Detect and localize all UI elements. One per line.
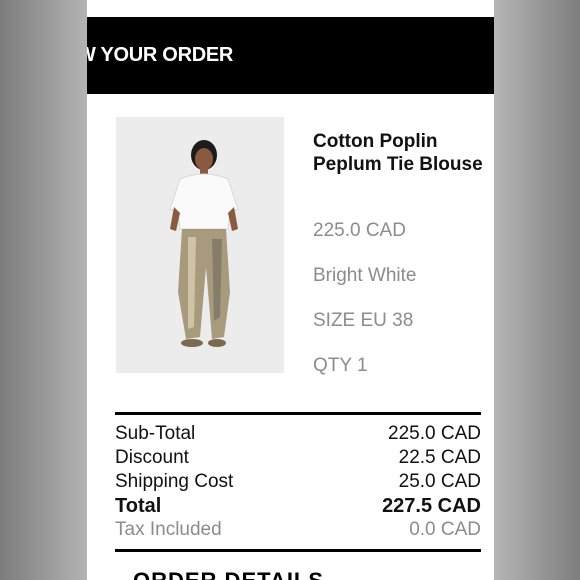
header-bar: W YOUR ORDER [87, 17, 494, 94]
subtotal-label: Sub-Total [115, 423, 196, 444]
shipping-row: Shipping Cost 25.0 CAD [115, 470, 481, 494]
blurred-background-right [494, 0, 580, 580]
product-color: Bright White [313, 265, 417, 286]
summary-divider-bottom [115, 549, 481, 552]
product-image[interactable] [116, 117, 284, 373]
page-title: W YOUR ORDER [87, 44, 234, 66]
tax-row: Tax Included 0.0 CAD [115, 518, 481, 542]
product-name[interactable]: Cotton Poplin Peplum Tie Blouse [313, 130, 488, 176]
order-review-screen: W YOUR ORDER Cotton Poplin Peplum Tie Bl… [87, 0, 494, 580]
order-summary: Sub-Total 225.0 CAD Discount 22.5 CAD Sh… [115, 422, 481, 542]
shipping-label: Shipping Cost [115, 471, 234, 492]
discount-row: Discount 22.5 CAD [115, 446, 481, 470]
total-value: 227.5 CAD [382, 495, 481, 517]
tax-label: Tax Included [115, 519, 222, 540]
total-label: Total [115, 495, 162, 517]
total-row: Total 227.5 CAD [115, 494, 481, 518]
discount-label: Discount [115, 447, 189, 468]
order-details-heading: ORDER DETAILS [133, 568, 324, 580]
discount-value: 22.5 CAD [398, 447, 481, 468]
product-photo-illustration [116, 117, 284, 373]
product-quantity: QTY 1 [313, 355, 368, 376]
product-size: SIZE EU 38 [313, 310, 414, 331]
product-price: 225.0 CAD [313, 220, 406, 241]
subtotal-value: 225.0 CAD [388, 423, 481, 444]
product-info: Cotton Poplin Peplum Tie Blouse 225.0 CA… [313, 130, 488, 376]
summary-divider-top [115, 412, 481, 415]
blurred-background-left [0, 0, 87, 580]
shipping-value: 25.0 CAD [398, 471, 481, 492]
tax-value: 0.0 CAD [409, 519, 481, 540]
subtotal-row: Sub-Total 225.0 CAD [115, 422, 481, 446]
